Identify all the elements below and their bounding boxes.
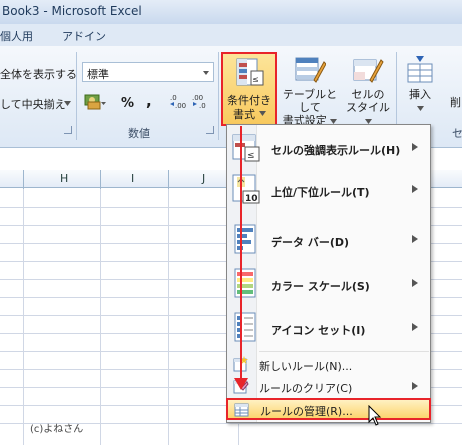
menu-item-label: ルールの管理(R)... — [260, 405, 353, 418]
submenu-arrow-icon — [412, 382, 418, 390]
column-header-i[interactable]: I — [131, 172, 134, 185]
cell-styles-label-2: スタイル — [346, 101, 390, 114]
delete-label[interactable]: 削 — [450, 94, 461, 110]
comma-style-button[interactable]: , — [146, 92, 152, 110]
column-divider — [168, 170, 169, 189]
increase-decimal-icon[interactable]: .0 .00 — [170, 93, 188, 109]
ribbon-tab-bar: 個人用 アドイン — [0, 24, 462, 46]
guide-arrow-line — [240, 126, 242, 380]
menu-item-label: セルの強調表示ルール(H) — [271, 144, 401, 157]
wrap-text-button[interactable]: 全体を表示する — [0, 66, 77, 82]
conditional-formatting-label-2: 書式 — [233, 108, 255, 121]
cell-styles-label-1: セルの — [351, 88, 385, 101]
column-header-h[interactable]: H — [60, 172, 68, 185]
svg-text:.00: .00 — [192, 94, 203, 102]
top-ten-icon-text: 10 — [245, 194, 258, 204]
top-bottom-rules-icon: 10 — [232, 174, 260, 204]
tab-addins[interactable]: アドイン — [62, 28, 106, 44]
menu-item-top-bottom-rules[interactable]: 10 上位/下位ルール(T) — [227, 171, 430, 207]
submenu-arrow-icon — [412, 279, 418, 287]
column-divider — [23, 170, 24, 189]
svg-text:.0: .0 — [199, 102, 206, 109]
merge-dropdown-icon[interactable] — [64, 101, 71, 106]
column-header-j[interactable]: J — [202, 172, 205, 185]
credit-text: (c)よねさん — [30, 424, 84, 435]
menu-item-label: アイコン セット(I) — [271, 324, 366, 337]
svg-text:≤: ≤ — [247, 151, 255, 161]
insert-cells-icon — [407, 56, 433, 83]
title-bar: Book3 - Microsoft Excel — [0, 0, 462, 24]
window-title: Book3 - Microsoft Excel — [2, 4, 142, 18]
svg-text:.00: .00 — [175, 102, 186, 109]
chevron-down-icon — [416, 106, 424, 111]
menu-item-label: カラー スケール(S) — [271, 280, 370, 293]
number-format-select[interactable]: 標準 — [82, 62, 214, 82]
merge-center-button[interactable]: して中央揃え — [0, 96, 66, 112]
insert-label: 挿入 — [409, 88, 431, 101]
mouse-cursor-icon — [368, 405, 382, 426]
currency-format-icon[interactable] — [84, 92, 106, 110]
menu-item-label: データ バー(D) — [271, 236, 350, 249]
tab-personal[interactable]: 個人用 — [0, 28, 33, 44]
insert-button[interactable]: 挿入 — [400, 54, 440, 114]
conditional-formatting-menu: ≤ セルの強調表示ルール(H) 10 上位/下位ルール(T) データ バー(D) — [226, 124, 431, 423]
menu-item-label: 新しいルール(N)... — [259, 360, 353, 373]
format-as-table-icon — [295, 57, 326, 83]
menu-item-data-bars[interactable]: データ バー(D) — [227, 221, 430, 257]
color-scales-icon — [234, 268, 256, 298]
cell-styles-icon — [353, 59, 384, 83]
number-launcher-icon[interactable] — [206, 126, 214, 134]
chevron-down-icon — [259, 111, 266, 116]
menu-item-clear-rules[interactable]: ルールのクリア(C) — [227, 376, 430, 396]
alignment-launcher-icon[interactable] — [64, 126, 72, 134]
submenu-arrow-icon — [412, 323, 418, 331]
format-as-table-button[interactable]: テーブルとして 書式設定 — [278, 54, 342, 127]
menu-item-new-rule[interactable]: 新しいルール(N)... — [227, 354, 430, 374]
format-as-table-label-1: テーブルとして — [282, 88, 338, 114]
menu-item-highlight-cells-rules[interactable]: ≤ セルの強調表示ルール(H) — [227, 129, 430, 165]
percent-style-button[interactable]: % — [121, 96, 134, 111]
manage-rules-icon — [234, 403, 249, 417]
submenu-arrow-icon — [412, 143, 418, 151]
menu-item-label: ルールのクリア(C) — [259, 382, 353, 395]
menu-item-manage-rules[interactable]: ルールの管理(R)... — [226, 398, 431, 420]
submenu-arrow-icon — [412, 185, 418, 193]
svg-text:.0: .0 — [170, 94, 177, 102]
highlight-rules-icon: ≤ — [232, 134, 260, 162]
decrease-decimal-icon[interactable]: .00 .0 — [192, 93, 210, 109]
icon-sets-icon — [234, 312, 256, 342]
cell-styles-button[interactable]: セルの スタイル — [344, 54, 392, 127]
column-divider — [100, 170, 101, 189]
menu-item-label: 上位/下位ルール(T) — [271, 186, 370, 199]
group-separator — [218, 52, 219, 140]
conditional-formatting-icon: ≤ — [236, 58, 264, 86]
submenu-arrow-icon — [412, 235, 418, 243]
number-format-value: 標準 — [87, 68, 109, 81]
chevron-down-icon[interactable] — [201, 68, 211, 78]
number-group-label: 数値 — [128, 127, 150, 140]
cells-group-label: セ — [452, 127, 462, 140]
menu-item-icon-sets[interactable]: アイコン セット(I) — [227, 309, 430, 345]
menu-separator — [259, 351, 429, 352]
conditional-formatting-button[interactable]: ≤ 条件付き 書式 — [221, 52, 277, 126]
data-bars-icon — [234, 224, 256, 254]
guide-arrow-head — [234, 378, 248, 390]
svg-text:≤: ≤ — [252, 75, 259, 84]
menu-item-color-scales[interactable]: カラー スケール(S) — [227, 265, 430, 301]
group-separator — [76, 52, 77, 140]
